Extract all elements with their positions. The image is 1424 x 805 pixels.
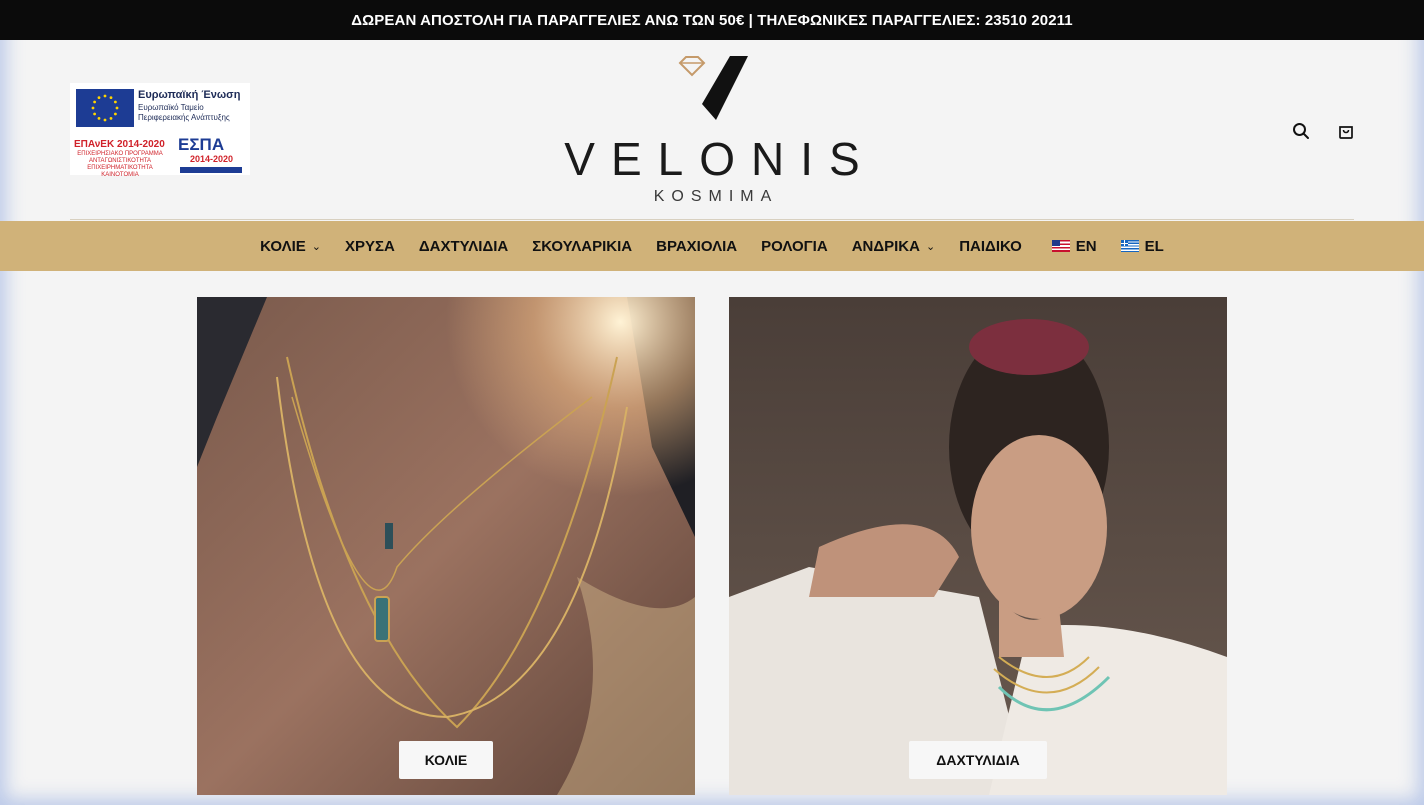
logo-name: VELONIS xyxy=(564,133,876,185)
lang-label: EN xyxy=(1075,237,1097,255)
announcement-bar: ΔΩΡΕΑΝ ΑΠΟΣΤΟΛΗ ΓΙΑ ΠΑΡΑΓΓΕΛΙΕΣ ΑΝΩ ΤΩΝ … xyxy=(0,0,1424,40)
site-header: Ευρωπαϊκή Ένωση Ευρωπαϊκό Ταμείο Περιφερ… xyxy=(0,40,1424,220)
lang-label: EL xyxy=(1144,237,1164,255)
header-divider xyxy=(70,219,1354,220)
nav-label: ΑΝΔΡΙΚΑ xyxy=(851,237,920,255)
nav-label: ΒΡΑΧΙΟΛΙΑ xyxy=(656,237,738,255)
nav-label: ΧΡΥΣΑ xyxy=(344,237,395,255)
nav-item-xrysa[interactable]: ΧΡΥΣΑ xyxy=(333,221,407,271)
eu-flag-icon xyxy=(76,89,134,127)
diamond-logo-icon xyxy=(678,56,748,120)
nav-label: ΠΑΙΔΙΚΟ xyxy=(959,237,1022,255)
announcement-text: ΔΩΡΕΑΝ ΑΠΟΣΤΟΛΗ ΓΙΑ ΠΑΡΑΓΓΕΛΙΕΣ ΑΝΩ ΤΩΝ … xyxy=(351,11,1073,29)
nav-item-paidiko[interactable]: ΠΑΙΔΙΚΟ xyxy=(947,221,1034,271)
us-flag-icon xyxy=(1051,240,1070,252)
model-photo xyxy=(729,297,1227,795)
nav-item-daxtylidia[interactable]: ΔΑΧΤΥΛΙΔΙΑ xyxy=(407,221,520,271)
category-card-daxtylidia[interactable]: ΔΑΧΤΥΛΙΔΙΑ xyxy=(729,297,1227,795)
nav-label: ΣΚΟΥΛΑΡΙΚΙΑ xyxy=(532,237,633,255)
eu-subtitle: Ευρωπαϊκό Ταμείο Περιφερειακής Ανάπτυξης xyxy=(138,103,230,122)
category-label: ΔΑΧΤΥΛΙΔΙΑ xyxy=(936,752,1020,768)
epanek-subtitle: ΕΠΙΧΕΙΡΗΣΙΑΚΟ ΠΡΟΓΡΑΜΜΑ ΑΝΤΑΓΩΝΙΣΤΙΚΟΤΗΤ… xyxy=(77,151,163,178)
espa-years: 2014-2020 xyxy=(190,154,234,164)
cart-icon[interactable] xyxy=(1335,120,1357,142)
lang-en[interactable]: EN xyxy=(1040,221,1109,271)
greece-flag-icon xyxy=(1120,240,1139,252)
espa-logo: ΕΣΠΑ xyxy=(178,135,225,154)
site-logo[interactable]: VELONIS KOSMIMA xyxy=(540,54,884,214)
chevron-down-icon: ⌄ xyxy=(311,240,321,253)
category-card-kolie[interactable]: ΚΟΛΙΕ xyxy=(197,297,695,795)
main-nav: ΚΟΛΙΕ ⌄ ΧΡΥΣΑ ΔΑΧΤΥΛΙΔΙΑ ΣΚΟΥΛΑΡΙΚΙΑ ΒΡΑ… xyxy=(0,221,1424,271)
nav-label: ΡΟΛΟΓΙΑ xyxy=(761,237,828,255)
nav-label: ΔΑΧΤΥΛΙΔΙΑ xyxy=(418,237,509,255)
eu-title: Ευρωπαϊκή Ένωση xyxy=(138,89,241,101)
nav-item-kolie[interactable]: ΚΟΛΙΕ ⌄ xyxy=(248,221,333,271)
lang-el[interactable]: EL xyxy=(1109,221,1176,271)
logo-subtitle: KOSMIMA xyxy=(653,188,779,205)
search-icon[interactable] xyxy=(1290,120,1312,142)
nav-item-rologia[interactable]: ΡΟΛΟΓΙΑ xyxy=(749,221,840,271)
nav-item-vraxiolia[interactable]: ΒΡΑΧΙΟΛΙΑ xyxy=(644,221,749,271)
epanek-logo: ΕΠΑνΕΚ 2014-2020 xyxy=(74,139,165,150)
nav-item-andrika[interactable]: ΑΝΔΡΙΚΑ ⌄ xyxy=(840,221,948,271)
category-label: ΚΟΛΙΕ xyxy=(424,752,468,768)
necklace-photo xyxy=(197,297,695,795)
nav-item-skoularikia[interactable]: ΣΚΟΥΛΑΡΙΚΙΑ xyxy=(520,221,644,271)
espa-strip xyxy=(180,167,242,173)
espa-banner[interactable]: Ευρωπαϊκή Ένωση Ευρωπαϊκό Ταμείο Περιφερ… xyxy=(70,83,250,178)
chevron-down-icon: ⌄ xyxy=(925,240,936,253)
category-button-daxtylidia[interactable]: ΔΑΧΤΥΛΙΔΙΑ xyxy=(909,741,1047,779)
nav-label: ΚΟΛΙΕ xyxy=(260,237,306,255)
category-button-kolie[interactable]: ΚΟΛΙΕ xyxy=(399,741,493,779)
